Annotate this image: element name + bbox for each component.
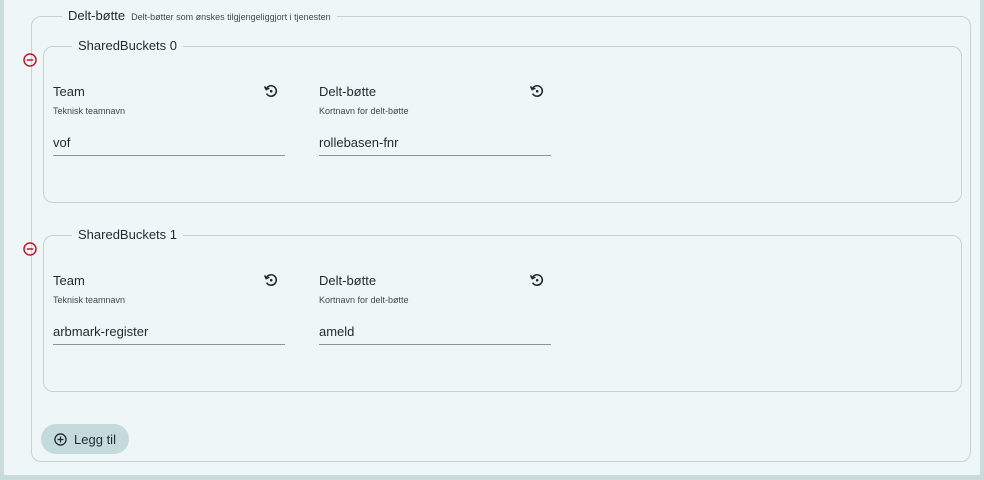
- team-help: Teknisk teamnavn: [53, 106, 126, 116]
- reset-team-button[interactable]: [262, 271, 280, 289]
- section-description: Delt-bøtter som ønskes tilgjengeliggjort…: [131, 12, 331, 22]
- section-legend: Delt-bøtte Delt-bøtter som ønskes tilgje…: [62, 8, 337, 23]
- team-help: Teknisk teamnavn: [53, 295, 126, 305]
- reset-icon: [263, 85, 278, 97]
- bucket-help: Kortnavn for delt-bøtte: [319, 106, 409, 116]
- remove-item-button[interactable]: [23, 53, 37, 67]
- item-legend-label: SharedBuckets 1: [78, 227, 178, 242]
- minus-circle-icon: [23, 242, 37, 256]
- bucket-input[interactable]: [319, 319, 551, 345]
- bucket-label: Delt-bøtte: [319, 273, 377, 288]
- reset-icon: [529, 85, 544, 97]
- remove-item-button[interactable]: [23, 242, 37, 256]
- item-legend: SharedBuckets 1: [72, 227, 184, 242]
- plus-circle-icon: [54, 432, 67, 446]
- reset-bucket-button[interactable]: [528, 271, 546, 289]
- minus-circle-icon: [23, 53, 37, 67]
- team-input[interactable]: [53, 319, 285, 345]
- form-panel: Delt-bøtte Delt-bøtter som ønskes tilgje…: [4, 0, 980, 475]
- team-label: Team: [53, 273, 85, 288]
- team-input[interactable]: [53, 130, 285, 156]
- reset-team-button[interactable]: [262, 82, 280, 100]
- shared-bucket-item: SharedBuckets 0: [43, 38, 962, 203]
- reset-bucket-button[interactable]: [528, 82, 546, 100]
- bucket-label: Delt-bøtte: [319, 84, 377, 99]
- add-item-button[interactable]: Legg til: [41, 424, 129, 454]
- section-title: Delt-bøtte: [68, 8, 126, 23]
- item-legend: SharedBuckets 0: [72, 38, 184, 53]
- shared-bucket-item: SharedBuckets 1: [43, 227, 962, 392]
- bucket-input[interactable]: [319, 130, 551, 156]
- bucket-help: Kortnavn for delt-bøtte: [319, 295, 409, 305]
- item-legend-label: SharedBuckets 0: [78, 38, 178, 53]
- team-label: Team: [53, 84, 85, 99]
- add-item-label: Legg til: [74, 431, 116, 447]
- reset-icon: [263, 274, 278, 286]
- reset-icon: [529, 274, 544, 286]
